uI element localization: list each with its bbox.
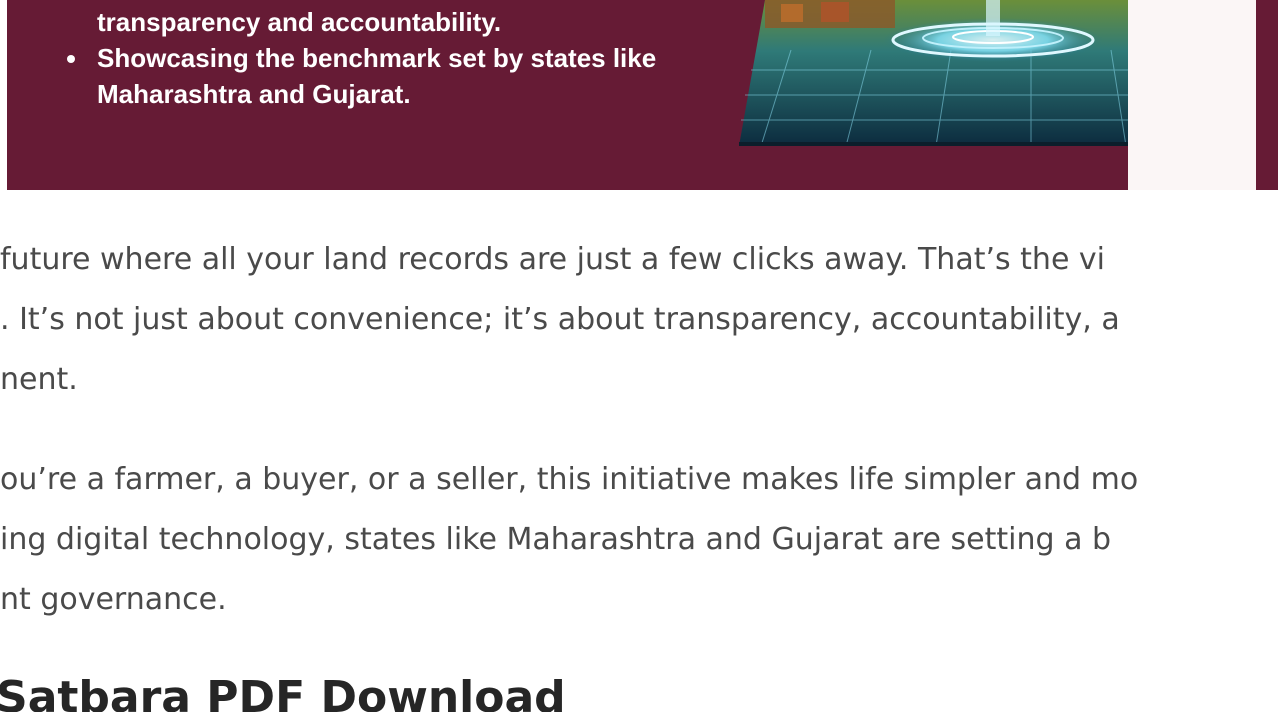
article-body: future where all your land records are j…: [0, 230, 1278, 630]
banner-bullet-item: Showcasing the benchmark set by states l…: [67, 40, 656, 76]
article-paragraph: ou’re a farmer, a buyer, or a seller, th…: [0, 450, 1278, 630]
banner-edge: [1264, 0, 1278, 190]
banner-bullet-list: transparency and accountability. Showcas…: [67, 0, 656, 112]
paragraph-line: . It’s not just about convenience; it’s …: [0, 302, 1120, 337]
banner-side-panel: [1128, 0, 1256, 190]
paragraph-line: future where all your land records are j…: [0, 242, 1106, 277]
paragraph-line: ing digital technology, states like Maha…: [0, 522, 1112, 557]
paragraph-line: nent.: [0, 362, 78, 397]
banner-bullet-line: Maharashtra and Gujarat.: [97, 79, 411, 109]
paragraph-line: nt governance.: [0, 582, 227, 617]
paragraph-line: ou’re a farmer, a buyer, or a seller, th…: [0, 462, 1139, 497]
section-heading: Satbara PDF Download: [0, 672, 566, 712]
banner-bullet-line: transparency and accountability.: [97, 7, 502, 37]
article-paragraph: future where all your land records are j…: [0, 230, 1278, 410]
article-banner-image: transparency and accountability. Showcas…: [7, 0, 1278, 190]
